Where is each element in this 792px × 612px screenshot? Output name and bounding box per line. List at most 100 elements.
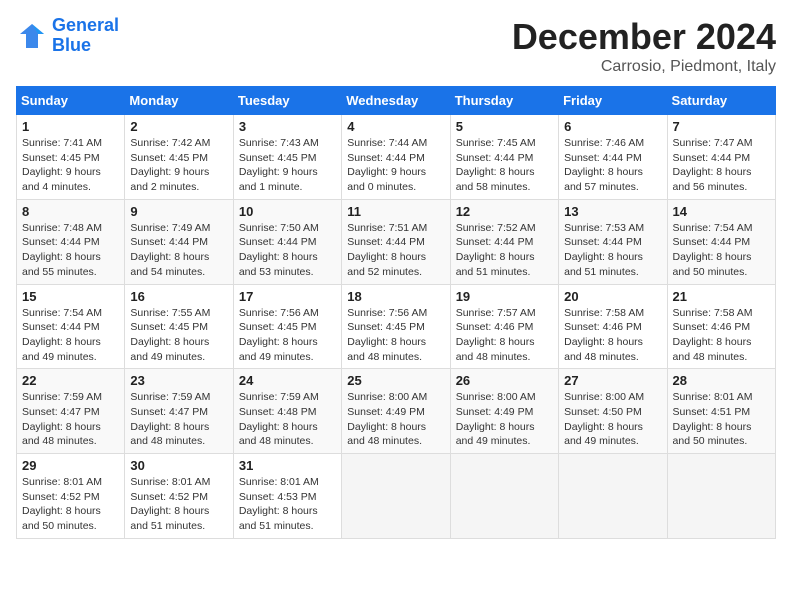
location: Carrosio, Piedmont, Italy bbox=[512, 58, 776, 76]
day-header-monday: Monday bbox=[125, 87, 233, 115]
calendar-week-3: 15 Sunrise: 7:54 AM Sunset: 4:44 PM Dayli… bbox=[17, 284, 776, 369]
calendar-day-26: 26 Sunrise: 8:00 AM Sunset: 4:49 PM Dayli… bbox=[450, 369, 558, 454]
day-info: Sunrise: 7:57 AM Sunset: 4:46 PM Dayligh… bbox=[456, 306, 553, 365]
day-number: 18 bbox=[347, 289, 444, 304]
logo: General Blue bbox=[16, 16, 119, 56]
day-header-friday: Friday bbox=[559, 87, 667, 115]
day-number: 9 bbox=[130, 204, 227, 219]
day-number: 7 bbox=[673, 119, 770, 134]
day-number: 6 bbox=[564, 119, 661, 134]
calendar-day-18: 18 Sunrise: 7:56 AM Sunset: 4:45 PM Dayli… bbox=[342, 284, 450, 369]
header: General Blue December 2024 Carrosio, Pie… bbox=[16, 16, 776, 76]
calendar-day-1: 1 Sunrise: 7:41 AM Sunset: 4:45 PM Daylig… bbox=[17, 115, 125, 200]
calendar-day-9: 9 Sunrise: 7:49 AM Sunset: 4:44 PM Daylig… bbox=[125, 199, 233, 284]
day-number: 16 bbox=[130, 289, 227, 304]
day-info: Sunrise: 7:54 AM Sunset: 4:44 PM Dayligh… bbox=[22, 306, 119, 365]
day-info: Sunrise: 7:59 AM Sunset: 4:47 PM Dayligh… bbox=[130, 390, 227, 449]
logo-text: General Blue bbox=[52, 16, 119, 56]
day-info: Sunrise: 7:56 AM Sunset: 4:45 PM Dayligh… bbox=[239, 306, 336, 365]
day-header-saturday: Saturday bbox=[667, 87, 775, 115]
day-info: Sunrise: 7:48 AM Sunset: 4:44 PM Dayligh… bbox=[22, 221, 119, 280]
day-number: 25 bbox=[347, 373, 444, 388]
day-info: Sunrise: 7:52 AM Sunset: 4:44 PM Dayligh… bbox=[456, 221, 553, 280]
empty-day bbox=[559, 454, 667, 539]
day-info: Sunrise: 8:00 AM Sunset: 4:49 PM Dayligh… bbox=[456, 390, 553, 449]
day-info: Sunrise: 7:45 AM Sunset: 4:44 PM Dayligh… bbox=[456, 136, 553, 195]
calendar-day-2: 2 Sunrise: 7:42 AM Sunset: 4:45 PM Daylig… bbox=[125, 115, 233, 200]
calendar-day-13: 13 Sunrise: 7:53 AM Sunset: 4:44 PM Dayli… bbox=[559, 199, 667, 284]
day-header-wednesday: Wednesday bbox=[342, 87, 450, 115]
calendar-day-30: 30 Sunrise: 8:01 AM Sunset: 4:52 PM Dayli… bbox=[125, 454, 233, 539]
day-number: 28 bbox=[673, 373, 770, 388]
calendar-day-19: 19 Sunrise: 7:57 AM Sunset: 4:46 PM Dayli… bbox=[450, 284, 558, 369]
day-info: Sunrise: 8:01 AM Sunset: 4:53 PM Dayligh… bbox=[239, 475, 336, 534]
day-number: 2 bbox=[130, 119, 227, 134]
day-number: 19 bbox=[456, 289, 553, 304]
day-header-thursday: Thursday bbox=[450, 87, 558, 115]
day-info: Sunrise: 7:55 AM Sunset: 4:45 PM Dayligh… bbox=[130, 306, 227, 365]
calendar-day-22: 22Sunrise: 7:59 AM Sunset: 4:47 PM Dayli… bbox=[17, 369, 125, 454]
day-info: Sunrise: 8:01 AM Sunset: 4:52 PM Dayligh… bbox=[130, 475, 227, 534]
day-number: 20 bbox=[564, 289, 661, 304]
calendar-day-24: 24 Sunrise: 7:59 AM Sunset: 4:48 PM Dayli… bbox=[233, 369, 341, 454]
calendar-day-14: 14Sunrise: 7:54 AM Sunset: 4:44 PM Dayli… bbox=[667, 199, 775, 284]
day-number: 15 bbox=[22, 289, 119, 304]
calendar-week-5: 29Sunrise: 8:01 AM Sunset: 4:52 PM Dayli… bbox=[17, 454, 776, 539]
calendar-day-10: 10 Sunrise: 7:50 AM Sunset: 4:44 PM Dayli… bbox=[233, 199, 341, 284]
day-info: Sunrise: 7:41 AM Sunset: 4:45 PM Dayligh… bbox=[22, 136, 119, 195]
calendar-day-8: 8Sunrise: 7:48 AM Sunset: 4:44 PM Daylig… bbox=[17, 199, 125, 284]
day-number: 21 bbox=[673, 289, 770, 304]
day-header-tuesday: Tuesday bbox=[233, 87, 341, 115]
day-number: 24 bbox=[239, 373, 336, 388]
calendar-day-16: 16 Sunrise: 7:55 AM Sunset: 4:45 PM Dayli… bbox=[125, 284, 233, 369]
day-number: 17 bbox=[239, 289, 336, 304]
day-number: 10 bbox=[239, 204, 336, 219]
day-info: Sunrise: 7:47 AM Sunset: 4:44 PM Dayligh… bbox=[673, 136, 770, 195]
day-info: Sunrise: 7:59 AM Sunset: 4:47 PM Dayligh… bbox=[22, 390, 119, 449]
day-info: Sunrise: 7:50 AM Sunset: 4:44 PM Dayligh… bbox=[239, 221, 336, 280]
day-number: 30 bbox=[130, 458, 227, 473]
day-number: 12 bbox=[456, 204, 553, 219]
calendar-day-7: 7 Sunrise: 7:47 AM Sunset: 4:44 PM Daylig… bbox=[667, 115, 775, 200]
day-number: 3 bbox=[239, 119, 336, 134]
day-number: 1 bbox=[22, 119, 119, 134]
day-info: Sunrise: 7:43 AM Sunset: 4:45 PM Dayligh… bbox=[239, 136, 336, 195]
logo-icon bbox=[16, 20, 48, 52]
day-number: 11 bbox=[347, 204, 444, 219]
day-info: Sunrise: 7:56 AM Sunset: 4:45 PM Dayligh… bbox=[347, 306, 444, 365]
day-info: Sunrise: 8:01 AM Sunset: 4:51 PM Dayligh… bbox=[673, 390, 770, 449]
calendar-day-12: 12 Sunrise: 7:52 AM Sunset: 4:44 PM Dayli… bbox=[450, 199, 558, 284]
day-info: Sunrise: 8:00 AM Sunset: 4:49 PM Dayligh… bbox=[347, 390, 444, 449]
calendar-day-3: 3 Sunrise: 7:43 AM Sunset: 4:45 PM Daylig… bbox=[233, 115, 341, 200]
day-info: Sunrise: 7:49 AM Sunset: 4:44 PM Dayligh… bbox=[130, 221, 227, 280]
month-title: December 2024 bbox=[512, 16, 776, 58]
day-info: Sunrise: 7:44 AM Sunset: 4:44 PM Dayligh… bbox=[347, 136, 444, 195]
calendar-day-17: 17 Sunrise: 7:56 AM Sunset: 4:45 PM Dayli… bbox=[233, 284, 341, 369]
calendar-day-5: 5Sunrise: 7:45 AM Sunset: 4:44 PM Daylig… bbox=[450, 115, 558, 200]
day-info: Sunrise: 7:42 AM Sunset: 4:45 PM Dayligh… bbox=[130, 136, 227, 195]
calendar-day-6: 6Sunrise: 7:46 AM Sunset: 4:44 PM Daylig… bbox=[559, 115, 667, 200]
empty-day bbox=[667, 454, 775, 539]
day-info: Sunrise: 7:51 AM Sunset: 4:44 PM Dayligh… bbox=[347, 221, 444, 280]
calendar-week-2: 8Sunrise: 7:48 AM Sunset: 4:44 PM Daylig… bbox=[17, 199, 776, 284]
day-number: 27 bbox=[564, 373, 661, 388]
calendar-week-4: 22Sunrise: 7:59 AM Sunset: 4:47 PM Dayli… bbox=[17, 369, 776, 454]
empty-day bbox=[450, 454, 558, 539]
day-info: Sunrise: 7:59 AM Sunset: 4:48 PM Dayligh… bbox=[239, 390, 336, 449]
calendar-day-31: 31Sunrise: 8:01 AM Sunset: 4:53 PM Dayli… bbox=[233, 454, 341, 539]
day-number: 26 bbox=[456, 373, 553, 388]
empty-day bbox=[342, 454, 450, 539]
day-number: 13 bbox=[564, 204, 661, 219]
calendar: SundayMondayTuesdayWednesdayThursdayFrid… bbox=[16, 86, 776, 539]
title-area: December 2024 Carrosio, Piedmont, Italy bbox=[512, 16, 776, 76]
day-info: Sunrise: 7:53 AM Sunset: 4:44 PM Dayligh… bbox=[564, 221, 661, 280]
day-info: Sunrise: 7:58 AM Sunset: 4:46 PM Dayligh… bbox=[673, 306, 770, 365]
calendar-day-29: 29Sunrise: 8:01 AM Sunset: 4:52 PM Dayli… bbox=[17, 454, 125, 539]
calendar-day-27: 27 Sunrise: 8:00 AM Sunset: 4:50 PM Dayli… bbox=[559, 369, 667, 454]
calendar-day-4: 4Sunrise: 7:44 AM Sunset: 4:44 PM Daylig… bbox=[342, 115, 450, 200]
calendar-day-20: 20Sunrise: 7:58 AM Sunset: 4:46 PM Dayli… bbox=[559, 284, 667, 369]
calendar-day-21: 21 Sunrise: 7:58 AM Sunset: 4:46 PM Dayli… bbox=[667, 284, 775, 369]
calendar-day-23: 23Sunrise: 7:59 AM Sunset: 4:47 PM Dayli… bbox=[125, 369, 233, 454]
day-info: Sunrise: 8:00 AM Sunset: 4:50 PM Dayligh… bbox=[564, 390, 661, 449]
day-info: Sunrise: 8:01 AM Sunset: 4:52 PM Dayligh… bbox=[22, 475, 119, 534]
